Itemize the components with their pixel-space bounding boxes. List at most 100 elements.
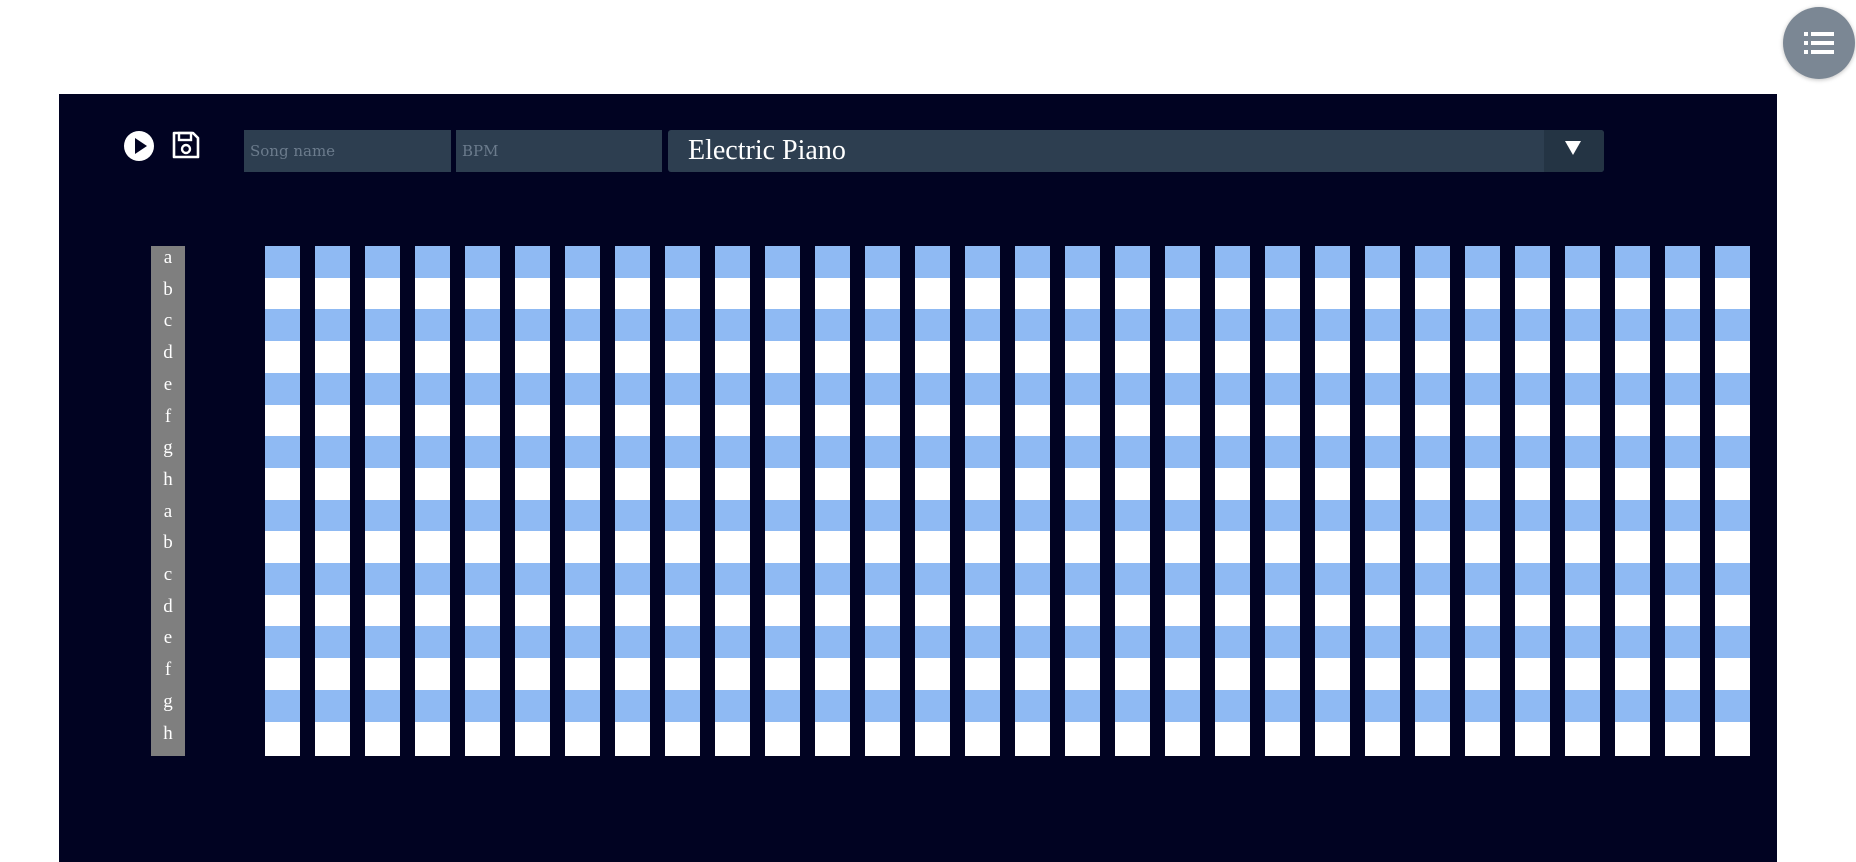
grid-cell[interactable] xyxy=(1315,373,1350,407)
grid-cell[interactable] xyxy=(1265,722,1300,756)
grid-cell[interactable] xyxy=(1215,246,1250,280)
grid-cell[interactable] xyxy=(365,373,400,407)
grid-cell[interactable] xyxy=(865,436,900,470)
grid-cell[interactable] xyxy=(415,405,450,439)
grid-cell[interactable] xyxy=(265,722,300,756)
grid-cell[interactable] xyxy=(815,595,850,629)
grid-cell[interactable] xyxy=(1165,595,1200,629)
grid-cell[interactable] xyxy=(415,500,450,534)
grid-cell[interactable] xyxy=(1515,341,1550,375)
grid-cell[interactable] xyxy=(1015,722,1050,756)
grid-cell[interactable] xyxy=(965,309,1000,343)
grid-cell[interactable] xyxy=(1265,436,1300,470)
grid-cell[interactable] xyxy=(1215,500,1250,534)
grid-cell[interactable] xyxy=(1665,690,1700,724)
grid-cell[interactable] xyxy=(1215,626,1250,660)
grid-cell[interactable] xyxy=(715,246,750,280)
grid-cell[interactable] xyxy=(765,341,800,375)
grid-cell[interactable] xyxy=(765,468,800,502)
grid-cell[interactable] xyxy=(1315,246,1350,280)
grid-cell[interactable] xyxy=(1515,373,1550,407)
grid-cell[interactable] xyxy=(1065,563,1100,597)
grid-cell[interactable] xyxy=(315,468,350,502)
grid-cell[interactable] xyxy=(1515,278,1550,312)
grid-cell[interactable] xyxy=(665,436,700,470)
grid-cell[interactable] xyxy=(565,341,600,375)
grid-cell[interactable] xyxy=(1665,278,1700,312)
grid-cell[interactable] xyxy=(1215,563,1250,597)
grid-cell[interactable] xyxy=(1215,595,1250,629)
grid-cell[interactable] xyxy=(715,436,750,470)
grid-cell[interactable] xyxy=(865,595,900,629)
grid-cell[interactable] xyxy=(915,309,950,343)
grid-cell[interactable] xyxy=(1565,658,1600,692)
grid-cell[interactable] xyxy=(1115,563,1150,597)
grid-cell[interactable] xyxy=(815,246,850,280)
grid-cell[interactable] xyxy=(315,595,350,629)
grid-cell[interactable] xyxy=(715,405,750,439)
grid-cell[interactable] xyxy=(1665,309,1700,343)
grid-cell[interactable] xyxy=(265,563,300,597)
grid-cell[interactable] xyxy=(1615,563,1650,597)
grid-cell[interactable] xyxy=(1315,722,1350,756)
grid-cell[interactable] xyxy=(715,722,750,756)
grid-cell[interactable] xyxy=(865,563,900,597)
grid-cell[interactable] xyxy=(915,531,950,565)
grid-cell[interactable] xyxy=(315,563,350,597)
grid-cell[interactable] xyxy=(565,373,600,407)
grid-cell[interactable] xyxy=(1215,658,1250,692)
grid-cell[interactable] xyxy=(1365,373,1400,407)
grid-cell[interactable] xyxy=(1065,436,1100,470)
grid-cell[interactable] xyxy=(965,405,1000,439)
grid-cell[interactable] xyxy=(515,373,550,407)
grid-cell[interactable] xyxy=(1165,436,1200,470)
grid-cell[interactable] xyxy=(865,309,900,343)
grid-cell[interactable] xyxy=(965,373,1000,407)
grid-cell[interactable] xyxy=(815,436,850,470)
grid-cell[interactable] xyxy=(965,531,1000,565)
grid-cell[interactable] xyxy=(1165,690,1200,724)
grid-cell[interactable] xyxy=(965,341,1000,375)
grid-cell[interactable] xyxy=(1415,626,1450,660)
grid-cell[interactable] xyxy=(1365,468,1400,502)
grid-cell[interactable] xyxy=(1615,373,1650,407)
note-label[interactable]: h xyxy=(151,722,185,756)
grid-cell[interactable] xyxy=(265,626,300,660)
grid-cell[interactable] xyxy=(1215,722,1250,756)
grid-cell[interactable] xyxy=(515,405,550,439)
grid-cell[interactable] xyxy=(1215,690,1250,724)
grid-cell[interactable] xyxy=(1065,341,1100,375)
grid-cell[interactable] xyxy=(465,690,500,724)
grid-cell[interactable] xyxy=(965,278,1000,312)
grid-cell[interactable] xyxy=(1715,278,1750,312)
grid-cell[interactable] xyxy=(765,436,800,470)
grid-cell[interactable] xyxy=(1615,595,1650,629)
grid-cell[interactable] xyxy=(1265,468,1300,502)
grid-cell[interactable] xyxy=(765,531,800,565)
grid-cell[interactable] xyxy=(1115,531,1150,565)
grid-cell[interactable] xyxy=(915,658,950,692)
grid-cell[interactable] xyxy=(1715,500,1750,534)
grid-cell[interactable] xyxy=(365,690,400,724)
grid-cell[interactable] xyxy=(365,436,400,470)
grid-cell[interactable] xyxy=(415,341,450,375)
grid-cell[interactable] xyxy=(715,690,750,724)
grid-cell[interactable] xyxy=(515,278,550,312)
grid-cell[interactable] xyxy=(1065,531,1100,565)
grid-cell[interactable] xyxy=(1165,531,1200,565)
grid-cell[interactable] xyxy=(915,722,950,756)
grid-cell[interactable] xyxy=(265,246,300,280)
grid-cell[interactable] xyxy=(965,595,1000,629)
grid-cell[interactable] xyxy=(365,468,400,502)
grid-cell[interactable] xyxy=(1065,658,1100,692)
grid-cell[interactable] xyxy=(365,595,400,629)
grid-cell[interactable] xyxy=(1365,595,1400,629)
grid-cell[interactable] xyxy=(815,626,850,660)
grid-cell[interactable] xyxy=(1615,309,1650,343)
grid-cell[interactable] xyxy=(1715,722,1750,756)
grid-cell[interactable] xyxy=(1665,436,1700,470)
grid-cell[interactable] xyxy=(1315,468,1350,502)
grid-cell[interactable] xyxy=(1115,595,1150,629)
grid-cell[interactable] xyxy=(1215,373,1250,407)
grid-cell[interactable] xyxy=(1215,278,1250,312)
